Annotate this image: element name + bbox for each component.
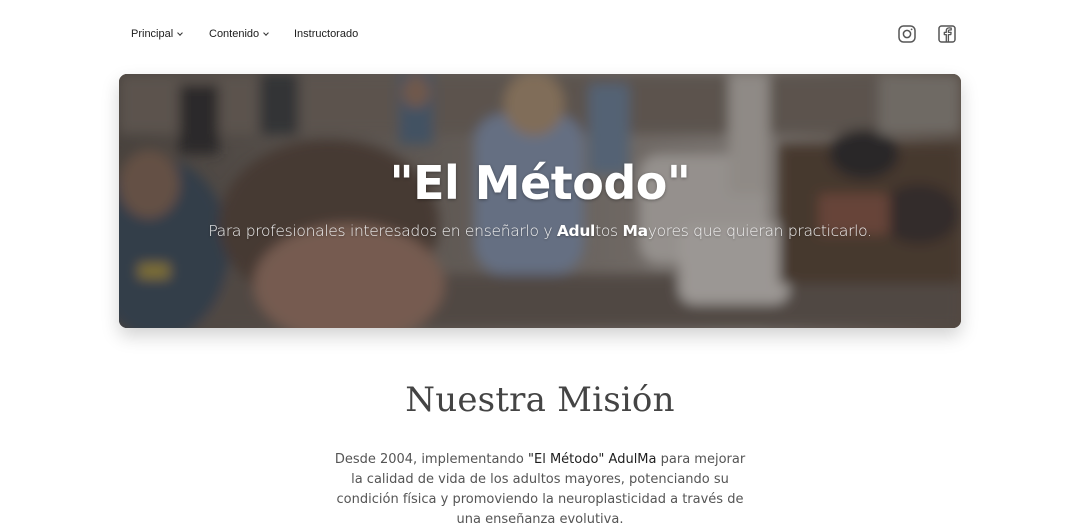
nav-item-label: Principal [131,28,174,40]
hero-banner: "El Método" Para profesionales interesad… [119,74,961,328]
subtitle-text: yores que quieran practicarlo. [647,222,872,240]
subtitle-text: Para profesionales interesados en enseña… [208,222,557,240]
top-navigation: Principal Contenido Instructorado [0,0,1080,70]
nav-item-principal[interactable]: Principal [131,28,184,40]
instagram-icon[interactable] [897,24,917,44]
chevron-down-icon [263,30,269,36]
mission-emphasis: "El Método" AdulMa [528,452,657,467]
nav-item-label: Instructorado [294,28,359,40]
nav-item-label: Contenido [209,28,260,40]
subtitle-emphasis: Ma [622,222,648,240]
mission-paragraph: Desde 2004, implementando "El Método" Ad… [330,450,750,525]
nav-item-contenido[interactable]: Contenido [209,28,269,40]
mission-heading: Nuestra Misión [405,380,675,420]
facebook-icon[interactable] [937,24,957,44]
subtitle-emphasis: Adul [556,222,596,240]
chevron-down-icon [177,30,184,36]
hero-subtitle: Para profesionales interesados en enseña… [119,222,961,240]
nav-item-instructorado[interactable]: Instructorado [294,28,358,40]
hero-title: "El Método" [389,156,691,210]
subtitle-text: tos [595,222,623,240]
mission-text: Desde 2004, implementando [334,452,529,467]
